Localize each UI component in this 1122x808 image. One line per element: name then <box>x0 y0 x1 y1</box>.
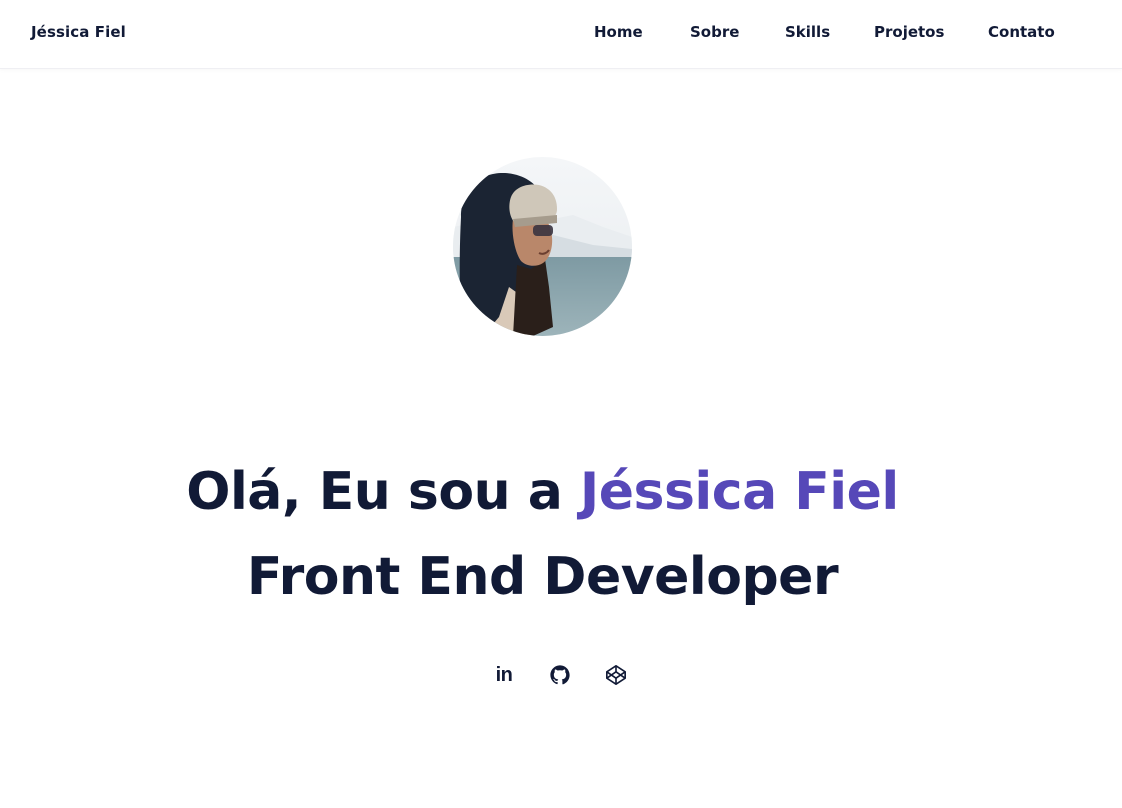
nav-link-skills[interactable]: Skills <box>785 23 830 41</box>
nav-link-projetos[interactable]: Projetos <box>874 23 944 41</box>
social-links: in <box>0 662 1122 688</box>
nav-link-contato[interactable]: Contato <box>988 23 1055 41</box>
linkedin-icon: in <box>495 663 513 686</box>
site-header: Jéssica Fiel Home Sobre Skills Projetos … <box>0 0 1122 69</box>
linkedin-link[interactable]: in <box>491 662 517 688</box>
main-nav: Home Sobre Skills Projetos Contato <box>0 23 1122 45</box>
nav-link-home[interactable]: Home <box>594 23 643 41</box>
codepen-icon <box>606 665 626 685</box>
codepen-link[interactable] <box>603 662 629 688</box>
github-icon <box>550 665 570 685</box>
hero-greeting-prefix: Olá, Eu sou a <box>186 462 580 522</box>
avatar-photo <box>453 157 632 336</box>
hero-greeting: Olá, Eu sou a Jéssica Fiel <box>0 460 1085 524</box>
avatar <box>453 157 632 336</box>
hero-role: Front End Developer <box>246 547 839 607</box>
hero-greeting-name: Jéssica Fiel <box>579 462 899 522</box>
nav-link-sobre[interactable]: Sobre <box>690 23 739 41</box>
github-link[interactable] <box>547 662 573 688</box>
